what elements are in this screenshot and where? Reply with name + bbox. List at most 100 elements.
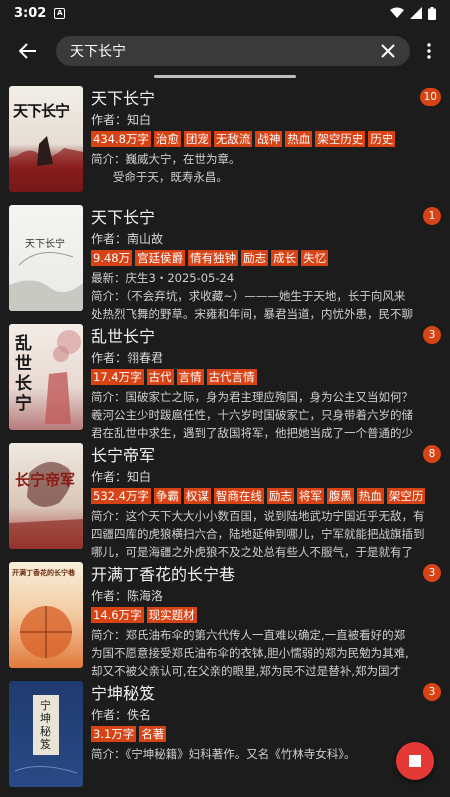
book-author: 作者：南山故	[91, 232, 164, 246]
tag: 架空历	[386, 488, 426, 504]
tag: 将军	[296, 488, 324, 504]
book-tags: 434.8万字 治愈 团宠 无敌流 战神 热血 架空历史 历史	[91, 131, 414, 148]
book-title: 天下长宁	[91, 208, 156, 227]
cover-title: 乱世长宁	[15, 334, 32, 414]
book-tags: 17.4万字 古代 言情 古代言情	[91, 369, 414, 386]
clear-button[interactable]	[376, 39, 400, 63]
book-title: 乱世长宁	[91, 327, 156, 346]
book-description: 简介：国破家亡之际，身为君主理应殉国，身为公主又当如何？羲河公主少时跋扈任性，十…	[91, 390, 413, 440]
tag: 434.8万字	[91, 131, 151, 147]
book-tags: 532.4万字 争霸 权谋 智商在线 励志 将军 腹黑 热血 架空历	[91, 488, 426, 505]
tag: 成长	[271, 250, 299, 266]
wifi-icon	[390, 7, 404, 18]
book-tags: 9.48万 宫廷侯爵 情有独钟 励志 成长 失忆	[91, 250, 414, 267]
book-item[interactable]: 天下长宁 天下长宁 作者：南山故 9.48万 宫廷侯爵 情有独钟 励志 成长 失…	[0, 199, 450, 321]
tag: 无敌流	[213, 131, 253, 147]
book-author: 作者：佚名	[91, 708, 152, 722]
tag: 热血	[285, 131, 313, 147]
tag: 励志	[266, 488, 294, 504]
book-author: 作者：知白	[91, 470, 152, 484]
book-item[interactable]: 长宁帝军 长宁帝军 作者：知白 532.4万字 争霸 权谋 智商在线 励志 将军…	[0, 437, 450, 559]
notification-icon: A	[54, 7, 66, 19]
book-author: 作者：翎春君	[91, 351, 164, 365]
tag: 古代言情	[206, 369, 257, 385]
source-count-badge: 1	[423, 207, 441, 225]
book-title: 长宁帝军	[91, 446, 156, 465]
cover-title: 长宁帝军	[15, 471, 76, 489]
tag: 3.1万字	[91, 726, 137, 742]
book-title: 开满丁香花的长宁巷	[91, 565, 236, 584]
tag: 17.4万字	[91, 369, 144, 385]
book-tags: 3.1万字 名著	[91, 726, 414, 743]
book-description: 简介：郑氏油布伞的第六代传人一直难以确定,一直被看好的郑为国不愿意接受郑氏油布伞…	[91, 628, 409, 678]
tag: 智商在线	[213, 488, 264, 504]
book-cover: 开满丁香花的长宁巷	[9, 562, 83, 668]
source-count-badge: 10	[419, 88, 441, 106]
source-count-badge: 3	[423, 683, 441, 701]
tag: 腹黑	[326, 488, 354, 504]
status-time: 3:02	[14, 5, 47, 21]
book-item[interactable]: 乱世长宁 乱世长宁 作者：翎春君 17.4万字 古代 言情 古代言情 简介：国破…	[0, 318, 450, 440]
tag: 励志	[241, 250, 269, 266]
tag: 战神	[255, 131, 283, 147]
status-icons	[390, 6, 436, 20]
signal-icon	[410, 7, 422, 19]
cover-art	[9, 252, 83, 311]
back-button[interactable]	[10, 33, 46, 69]
tag: 532.4万字	[91, 488, 151, 504]
cover-title: 开满丁香花的长宁巷	[12, 568, 75, 577]
source-count-badge: 8	[423, 445, 441, 463]
search-toolbar	[0, 26, 450, 76]
tag: 争霸	[153, 488, 181, 504]
tag: 古代	[146, 369, 174, 385]
tag: 治愈	[153, 131, 181, 147]
tag: 言情	[176, 369, 204, 385]
tag: 团宠	[183, 131, 211, 147]
book-tags: 14.6万字 现实题材	[91, 607, 414, 624]
cover-art	[9, 461, 83, 549]
book-cover: 乱世长宁	[9, 324, 83, 430]
tag: 历史	[368, 131, 396, 147]
tag: 14.6万字	[91, 607, 144, 623]
book-author: 作者：陈海洛	[91, 589, 164, 603]
tag: 情有独钟	[188, 250, 239, 266]
book-description: 简介：巍威大宁，在世为章。 受命于天，既寿永昌。	[91, 152, 241, 184]
book-description: 最新：庆生3・2025-05-24 简介：（不会弃坑，求收藏~）———她生于天地…	[91, 271, 413, 321]
stop-search-button[interactable]	[396, 742, 434, 780]
cover-title: 天下长宁	[13, 102, 70, 120]
tag: 架空历史	[315, 131, 366, 147]
status-bar: 3:02 A	[0, 0, 450, 26]
book-item[interactable]: 宁坤秘笈 宁坤秘笈 作者：佚名 3.1万字 名著 简介：《宁坤秘籍》妇科著作。又…	[0, 675, 450, 794]
book-description: 简介：这个天下大大小小数百国，说到陆地武功宁国近乎无敌，有四疆四库的虎狼横扫六合…	[91, 509, 425, 559]
cover-title: 天下长宁	[25, 239, 65, 250]
tag: 现实题材	[146, 607, 197, 623]
more-vertical-icon	[427, 43, 431, 59]
source-count-badge: 3	[423, 326, 441, 344]
tag: 名著	[139, 726, 167, 742]
tag: 失忆	[301, 250, 329, 266]
book-item[interactable]: 天下长宁 天下长宁 作者：知白 434.8万字 治愈 团宠 无敌流 战神 热血 …	[0, 80, 450, 199]
book-cover: 宁坤秘笈	[9, 681, 83, 787]
source-count-badge: 3	[423, 564, 441, 582]
arrow-left-icon	[19, 43, 36, 59]
book-cover: 长宁帝军	[9, 443, 83, 549]
book-author: 作者：知白	[91, 113, 152, 127]
search-input[interactable]	[70, 43, 376, 59]
book-cover: 天下长宁	[9, 86, 83, 192]
close-icon	[381, 44, 395, 58]
search-box	[56, 36, 410, 66]
book-cover: 天下长宁	[9, 205, 83, 311]
book-title: 宁坤秘笈	[91, 684, 156, 703]
loading-indicator	[154, 75, 296, 78]
tag: 权谋	[183, 488, 211, 504]
book-item[interactable]: 开满丁香花的长宁巷 开满丁香花的长宁巷 作者：陈海洛 14.6万字 现实题材 简…	[0, 556, 450, 678]
book-title: 天下长宁	[91, 89, 156, 108]
cover-title: 宁坤秘笈	[40, 699, 51, 751]
stop-icon	[409, 755, 421, 767]
tag: 热血	[356, 488, 384, 504]
search-result-list[interactable]: 天下长宁 天下长宁 作者：知白 434.8万字 治愈 团宠 无敌流 战神 热血 …	[0, 80, 450, 794]
battery-icon	[428, 6, 436, 20]
more-menu-button[interactable]	[416, 33, 442, 69]
tag: 宫廷侯爵	[135, 250, 186, 266]
book-description: 简介：《宁坤秘籍》妇科著作。又名《竹林寺女科》。	[91, 747, 356, 761]
